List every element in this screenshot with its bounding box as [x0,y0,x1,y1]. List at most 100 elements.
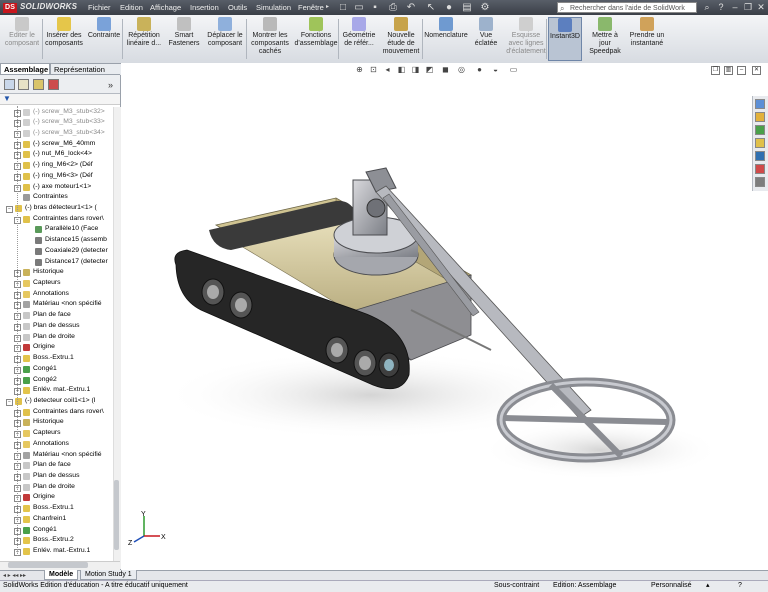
tree-scroll-thumb[interactable] [114,480,119,550]
ribbon-insert-components-button[interactable]: Insérer des composants [44,17,84,61]
tab-0[interactable]: Assemblage [0,63,50,74]
undo-icon[interactable]: ↶ [404,1,418,14]
hide-show-items-icon[interactable]: ◎ [456,65,467,75]
menu-5[interactable]: Simulation [256,3,291,12]
tree-item-label: Plan de droite [33,332,75,340]
units-dropdown-icon[interactable]: ▴ [706,581,710,591]
ribbon-explode-line-sketch-button[interactable]: Esquisse avec lignes d'éclatement [504,17,548,61]
rebuild-icon[interactable]: ● [442,1,456,14]
apply-scene-icon[interactable]: ◒ [490,65,501,75]
ribbon-mate-button[interactable]: Contrainte [86,17,122,61]
tree-node-icon [23,269,30,277]
viewport-minimize-icon[interactable]: – [737,66,746,75]
file-properties-icon[interactable]: ▤ [460,1,474,14]
tree-node-icon [23,119,30,127]
viewport-tile-icon[interactable]: ▥ [724,66,733,75]
restore-icon[interactable]: ❐ [741,1,755,13]
menu-0[interactable]: Fichier [88,3,111,12]
new-document-icon[interactable]: □ [336,1,350,14]
ribbon-smart-fasteners-button[interactable]: Smart Fasteners [166,17,202,61]
configuration-manager-tab-icon[interactable] [33,79,44,90]
tree-expand-icon[interactable]: − [6,205,13,213]
ribbon-separator [422,19,423,59]
tree-node-icon [23,333,30,341]
design-library-icon[interactable] [755,112,765,122]
ribbon-bom-button[interactable]: Nomenclature [424,17,468,61]
view-orientation-icon[interactable]: ◩ [424,65,435,75]
previous-view-icon[interactable]: ◂ [382,65,393,75]
search-tab-icon[interactable] [755,138,765,148]
menu-4[interactable]: Outils [228,3,247,12]
select-icon[interactable]: ↖ [424,1,438,14]
zoom-to-area-icon[interactable]: ⊡ [368,65,379,75]
tree-node-icon [23,355,30,363]
ribbon-assembly-features-button[interactable]: Fonctions d'assemblage [294,17,338,61]
solidworks-resources-icon[interactable] [755,99,765,109]
menu-2[interactable]: Affichage [150,3,181,12]
panel-expand-icon[interactable]: » [108,80,113,90]
ribbon-separator [246,19,247,59]
tree-item-label: Annotations [33,439,69,447]
close-icon[interactable]: ✕ [754,1,768,13]
menu-6[interactable]: Fenêtre [298,3,324,12]
ribbon-new-motion-study-button[interactable]: Nouvelle étude de mouvement [380,17,422,61]
help-status-icon[interactable]: ? [738,581,742,591]
custom-properties-icon[interactable] [755,177,765,187]
tab-motion-study-1[interactable]: Motion Study 1 [80,570,137,580]
ribbon-instant3d-button[interactable]: Instant3D [548,17,582,61]
menu-3[interactable]: Insertion [190,3,219,12]
ribbon-button-label: Répétition linéaire d... [126,32,162,47]
zoom-to-fit-icon[interactable]: ⊕ [354,65,365,75]
tree-item-label: Matériau <non spécifié [33,450,102,458]
options-icon[interactable]: ⚙ [478,1,492,14]
ribbon-snapshot-button[interactable]: Prendre un instantané [626,17,668,61]
tree-node-icon [23,526,30,534]
solidworks-logo[interactable]: DS SOLIDWORKS [3,2,77,13]
open-folder-icon[interactable]: ▭ [352,1,366,14]
feature-manager-tab-icon[interactable] [4,79,15,90]
minimize-icon[interactable]: – [728,1,742,13]
help-icon[interactable]: ? [714,1,728,13]
tree-hscroll-thumb[interactable] [8,562,88,568]
status-mode: Edition: Assemblage [553,582,617,589]
dynamic-annotation-icon[interactable]: ◨ [410,65,421,75]
ribbon-show-hidden-button[interactable]: Montrer les composants cachés [248,17,292,61]
instant3d-icon [558,18,572,32]
appearances-icon[interactable] [755,164,765,174]
tree-node-icon [23,419,30,427]
print-icon[interactable]: ⎙ [386,1,400,14]
ribbon-linear-pattern-button[interactable]: Répétition linéaire d... [124,17,164,61]
viewport-close-icon[interactable]: ✕ [752,66,761,75]
file-explorer-icon[interactable] [755,125,765,135]
display-manager-tab-icon[interactable] [48,79,59,90]
rover-assembly-model[interactable] [121,80,751,560]
help-search-input[interactable]: ⌕ Rechercher dans l'aide de SolidWork [557,2,697,13]
display-style-icon[interactable]: ◼ [440,65,451,75]
status-units[interactable]: Personnalisé [651,581,691,591]
ribbon-exploded-view-button[interactable]: Vue éclatée [470,17,502,61]
tree-node-icon [23,301,30,309]
menu-1[interactable]: Edition [120,3,143,12]
menu-expand-icon[interactable]: ▸ [326,3,329,10]
tree-expand-icon[interactable]: − [6,398,13,406]
view-settings-icon[interactable]: ▭ [508,65,519,75]
tree-item-label: Boss.-Extru.2 [33,536,74,544]
ribbon-move-component-button[interactable]: Déplacer le composant [204,17,246,61]
section-view-icon[interactable]: ◧ [396,65,407,75]
tab-model[interactable]: Modèle [44,570,79,580]
view-palette-icon[interactable] [755,151,765,161]
ribbon-reference-geometry-button[interactable]: Géométrie de référ... [340,17,378,61]
tree-node-icon [23,430,30,438]
property-manager-tab-icon[interactable] [18,79,29,90]
ribbon-speedpak-button[interactable]: Mettre à jour Speedpak [586,17,624,61]
viewport-restore-icon[interactable]: ❐ [711,66,720,75]
ribbon-button-label: Mettre à jour Speedpak [589,32,621,55]
edit-appearance-icon[interactable]: ● [474,65,485,75]
help-search-go-icon[interactable]: ⌕ [700,1,714,13]
smart-fasteners-icon [177,17,191,31]
ribbon-separator [338,19,339,59]
filter-icon[interactable]: ▼ [3,95,11,103]
bottom-scroll-arrows[interactable]: ◂ ▸ ◂◂ ▸▸ [3,572,26,579]
ribbon-edit-component-button[interactable]: Editer le composant [2,17,42,61]
save-icon[interactable]: ▪ [368,1,382,14]
